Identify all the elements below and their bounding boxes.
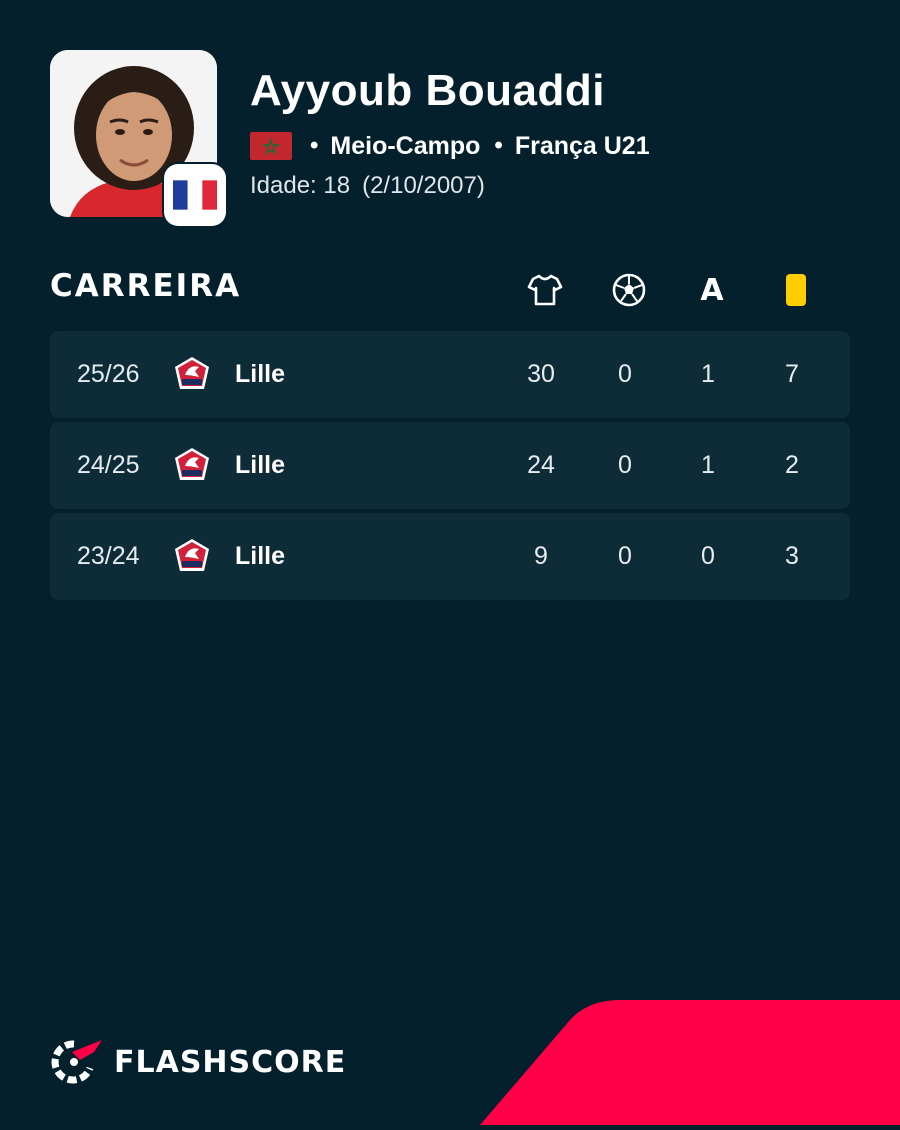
flashscore-logo: FLASHSCORE [50, 1038, 346, 1086]
assists: 1 [701, 451, 715, 479]
appearances: 24 [527, 451, 555, 479]
yellow-cards: 7 [785, 360, 799, 388]
table-row: 24/25 Lille 24 0 1 2 [50, 422, 850, 509]
assists-column-header: A [700, 272, 724, 308]
assists: 0 [701, 542, 715, 570]
player-position: Meio-Campo [330, 131, 481, 160]
goals: 0 [618, 360, 632, 388]
club-name: Lille [235, 360, 286, 388]
player-team: França U21 [514, 131, 650, 160]
shirt-icon [527, 272, 563, 308]
season: 24/25 [77, 451, 140, 479]
assists: 1 [701, 360, 715, 388]
table-row: 23/24 Lille 9 0 0 3 [50, 513, 850, 600]
birth-date: (2/10/2007) [362, 172, 485, 199]
club-name: Lille [235, 451, 286, 479]
lille-logo-icon [173, 537, 211, 575]
player-name: Ayyoub Bouaddi [250, 66, 605, 115]
appearances: 9 [534, 542, 548, 570]
brand-name: FLASHSCORE [114, 1044, 347, 1080]
flashscore-icon [50, 1038, 102, 1086]
player-age: Idade: 18 (2/10/2007) [250, 172, 485, 200]
career-title: CARREIRA [50, 268, 242, 304]
france-flag-icon [164, 164, 226, 226]
age-label: Idade: 18 [250, 172, 351, 199]
career-table: 25/26 Lille 30 0 1 7 24/25 Lille 24 0 1 … [50, 331, 850, 604]
club-name: Lille [235, 542, 286, 570]
appearances: 30 [527, 360, 555, 388]
yellow-card-icon [778, 272, 814, 308]
accent-corner-shape [480, 1000, 900, 1130]
yellow-cards: 3 [785, 542, 799, 570]
yellow-cards: 2 [785, 451, 799, 479]
player-meta: • Meio-Campo • França U21 [250, 131, 650, 161]
table-row: 25/26 Lille 30 0 1 7 [50, 331, 850, 418]
lille-logo-icon [173, 446, 211, 484]
lille-logo-icon [173, 355, 211, 393]
goals: 0 [618, 542, 632, 570]
goals: 0 [618, 451, 632, 479]
football-icon [611, 272, 647, 308]
season: 23/24 [77, 542, 140, 570]
morocco-flag-icon [250, 132, 292, 160]
separator-dot: • [310, 132, 319, 159]
separator-dot: • [494, 132, 503, 159]
season: 25/26 [77, 360, 140, 388]
